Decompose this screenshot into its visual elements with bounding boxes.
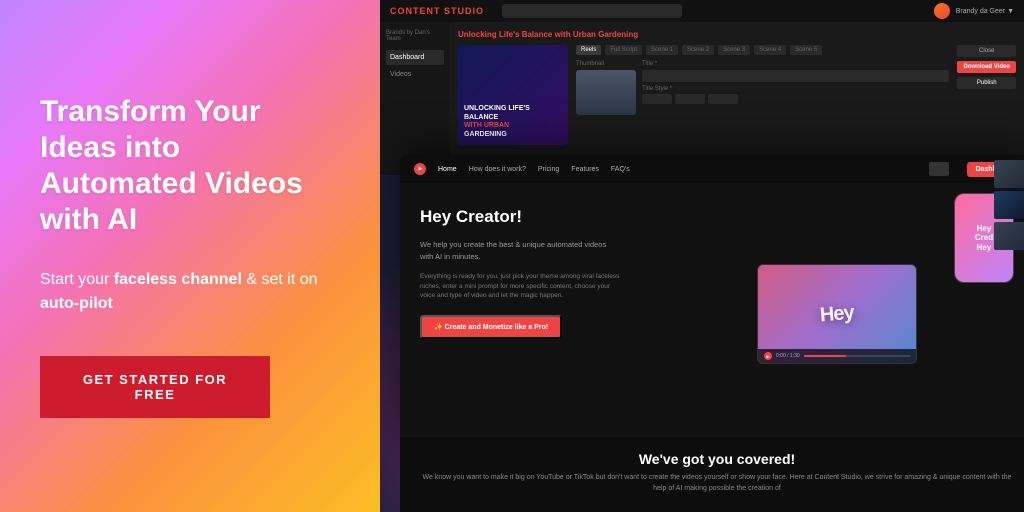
app-video-title: Unlocking Life's Balance with Urban Gard…: [458, 30, 1016, 39]
play-icon: [414, 163, 426, 175]
subtitle: Start your faceless channel & set it on …: [40, 268, 340, 316]
hero-cta-button[interactable]: ✨ Create and Monetize like a Pro!: [420, 315, 562, 339]
subtitle-bold-faceless: faceless channel: [114, 271, 242, 288]
nav-how-it-works[interactable]: How does it work?: [469, 166, 526, 173]
hero-subdesc: Everything is ready for you, just pick y…: [420, 272, 620, 301]
publish-button[interactable]: Publish: [957, 77, 1016, 89]
hero-content: Hey Creator! We help you create the best…: [400, 183, 640, 445]
nav-home[interactable]: Home: [438, 166, 457, 173]
tab-scene-3[interactable]: Scene 3: [718, 45, 750, 55]
subtitle-bold-autopilot: auto-pilot: [40, 295, 113, 312]
app-topbar-right: Brandy da Geer ▼: [934, 3, 1014, 19]
thumb-title: UNLOCKING LIFE'S BALANCEWITH URBANGARDEN…: [464, 105, 562, 139]
app-main-thumbnail: UNLOCKING LIFE'S BALANCEWITH URBANGARDEN…: [458, 45, 568, 145]
app-right-content: Reels Full Script Scene 1 Scene 2 Scene …: [576, 45, 949, 145]
title-field-label: Title *: [642, 61, 949, 67]
left-panel: Transform Your Ideas into Automated Vide…: [0, 0, 380, 512]
close-button[interactable]: Close: [957, 45, 1016, 57]
style-option-3[interactable]: [708, 94, 738, 104]
thumbnail-section: Thumbnail Title * Title Style *: [576, 61, 949, 115]
app-sidebar: Brands by Dan's Team Dashboard Videos: [380, 22, 450, 175]
title-style-label: Title Style *: [642, 86, 949, 92]
tab-scene-5[interactable]: Scene 5: [790, 45, 822, 55]
title-section: Title * Title Style *: [642, 61, 949, 115]
nav-icon-area: [929, 162, 949, 176]
action-buttons: Close Download Video Publish: [957, 45, 1016, 145]
app-search-bar[interactable]: [502, 4, 682, 18]
hero-description: We help you create the best & unique aut…: [420, 239, 620, 262]
side-thumb-2-inner: [994, 191, 1024, 219]
hero-title: Hey Creator!: [420, 207, 620, 227]
tab-scene-4[interactable]: Scene 4: [754, 45, 786, 55]
bottom-description: We know you want to make it big on YouTu…: [420, 473, 1014, 494]
download-button[interactable]: Download Video: [957, 61, 1016, 73]
top-app-screenshot: CONTENT STUDIO Brandy da Geer ▼ Brands b…: [380, 0, 1024, 175]
video-progress-bar[interactable]: [804, 355, 910, 357]
nav-pricing[interactable]: Pricing: [538, 166, 559, 173]
app-topbar: CONTENT STUDIO Brandy da Geer ▼: [380, 0, 1024, 22]
website-bottom-section: We've got you covered! We know you want …: [400, 437, 1024, 512]
video-play-button[interactable]: ▶: [764, 352, 772, 360]
subtitle-middle: & set it on: [242, 271, 318, 288]
side-thumb-3: [994, 222, 1024, 250]
logo-content-text: CONTENT: [390, 6, 441, 16]
side-thumbnails: [994, 160, 1024, 250]
thumbnail-overlay: UNLOCKING LIFE'S BALANCEWITH URBANGARDEN…: [458, 45, 568, 145]
video-controls: ▶ 0:00 / 1:30: [758, 349, 916, 363]
website-screenshot: Home How does it work? Pricing Features …: [400, 155, 1024, 445]
nav-faqs[interactable]: FAQ's: [611, 166, 630, 173]
tab-scene-2[interactable]: Scene 2: [682, 45, 714, 55]
nav-features[interactable]: Features: [571, 166, 599, 173]
city-thumbnail: [576, 70, 636, 115]
tab-scene-1[interactable]: Scene 1: [646, 45, 678, 55]
video-progress-fill: [804, 355, 847, 357]
app-main-content: Unlocking Life's Balance with Urban Gard…: [450, 22, 1024, 175]
hey-creator-overlay-text: Hey: [819, 301, 855, 327]
app-main-inner: UNLOCKING LIFE'S BALANCEWITH URBANGARDEN…: [458, 45, 1016, 145]
app-logo: CONTENT STUDIO: [390, 6, 484, 16]
sidebar-item-videos[interactable]: Videos: [386, 67, 444, 82]
get-started-button[interactable]: GET STARTED FOR FREE: [40, 356, 270, 418]
subtitle-plain: Start your: [40, 271, 114, 288]
tab-reels[interactable]: Reels: [576, 45, 601, 55]
user-name: Brandy da Geer ▼: [956, 8, 1014, 15]
sidebar-section-label: Brands by Dan's Team: [386, 30, 444, 42]
title-input[interactable]: [642, 70, 949, 82]
logo-studio-text: STUDIO: [444, 6, 484, 16]
style-options: [642, 94, 949, 104]
side-thumb-3-inner: [994, 222, 1024, 250]
app-content-area: Brands by Dan's Team Dashboard Videos Un…: [380, 22, 1024, 175]
main-headline: Transform Your Ideas into Automated Vide…: [40, 94, 340, 238]
user-avatar: [934, 3, 950, 19]
side-thumb-1-inner: [994, 160, 1024, 188]
website-hero: Hey Creator! We help you create the best…: [400, 183, 1024, 445]
side-thumb-1: [994, 160, 1024, 188]
website-logo: [414, 163, 426, 175]
style-option-2[interactable]: [675, 94, 705, 104]
video-player: Hey ▶ 0:00 / 1:30: [757, 264, 917, 364]
video-time: 0:00 / 1:30: [776, 353, 800, 359]
app-logo-text: CONTENT STUDIO: [390, 6, 484, 16]
side-thumb-2: [994, 191, 1024, 219]
right-panel: CONTENT STUDIO Brandy da Geer ▼ Brands b…: [380, 0, 1024, 512]
sidebar-item-dashboard[interactable]: Dashboard: [386, 50, 444, 65]
website-nav: Home How does it work? Pricing Features …: [400, 155, 1024, 183]
scene-tabs: Reels Full Script Scene 1 Scene 2 Scene …: [576, 45, 949, 55]
style-option-1[interactable]: [642, 94, 672, 104]
tab-full-script[interactable]: Full Script: [605, 45, 642, 55]
thumbnail-label: Thumbnail: [576, 61, 636, 67]
bottom-title: We've got you covered!: [420, 451, 1014, 467]
hero-video-area: Hey ▶ 0:00 / 1:30 HeyCredHey: [640, 183, 1024, 445]
